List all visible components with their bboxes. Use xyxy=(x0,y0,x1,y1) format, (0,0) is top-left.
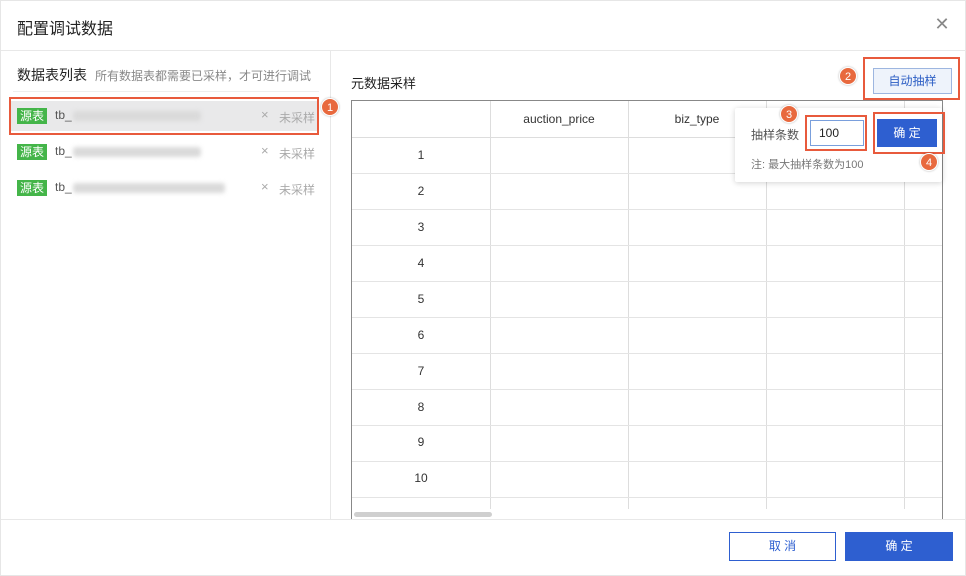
close-icon[interactable]: ✕ xyxy=(931,13,953,35)
sample-status: 未采样 xyxy=(279,183,316,197)
table-item-2[interactable]: 源表 tb_ × 未采样 xyxy=(11,137,319,167)
row-number: 7 xyxy=(417,364,425,378)
dialog-title: 配置调试数据 xyxy=(17,21,114,38)
row-divider xyxy=(352,353,942,354)
highlight-box-step-3 xyxy=(805,115,867,151)
config-debug-data-dialog: 配置调试数据 ✕ 数据表列表 所有数据表都需要已采样，才可进行调试 源表 tb_… xyxy=(0,0,966,576)
table-list-title: 数据表列表 xyxy=(17,67,87,83)
row-number: 10 xyxy=(414,471,428,485)
step-badge-3: 3 xyxy=(780,105,798,123)
source-table-tag: 源表 xyxy=(17,144,48,160)
row-number: 8 xyxy=(417,400,425,414)
column-header-auction-price: auction_price xyxy=(523,112,595,126)
column-divider xyxy=(628,101,629,509)
step-badge-2: 2 xyxy=(839,67,857,85)
row-divider xyxy=(352,497,942,498)
column-divider xyxy=(490,101,491,509)
redacted-name xyxy=(73,183,225,193)
row-divider xyxy=(352,281,942,282)
remove-icon[interactable]: × xyxy=(261,143,269,158)
highlight-box-step-4 xyxy=(873,112,945,154)
highlight-box-step-2 xyxy=(863,57,960,100)
row-number: 2 xyxy=(417,184,425,198)
table-item-3[interactable]: 源表 tb_ × 未采样 xyxy=(11,173,319,203)
row-divider xyxy=(352,209,942,210)
dialog-header: 配置调试数据 ✕ xyxy=(1,1,966,51)
table-list-hint: 所有数据表都需要已采样，才可进行调试 xyxy=(95,69,312,83)
redacted-name xyxy=(73,147,201,157)
row-number: 1 xyxy=(417,148,425,162)
ok-button[interactable]: 确 定 xyxy=(845,532,953,561)
sample-count-label: 抽样条数 xyxy=(751,128,800,142)
divider xyxy=(13,91,319,92)
row-number: 6 xyxy=(417,328,425,342)
row-number: 5 xyxy=(417,292,425,306)
horizontal-scrollbar[interactable] xyxy=(354,512,492,517)
row-divider xyxy=(352,425,942,426)
sample-count-note: 注: 最大抽样条数为100 xyxy=(751,159,864,171)
sample-status: 未采样 xyxy=(279,147,316,161)
source-table-tag: 源表 xyxy=(17,180,48,196)
row-number: 9 xyxy=(417,435,425,449)
highlight-box-step-1 xyxy=(9,97,319,135)
cancel-button[interactable]: 取 消 xyxy=(729,532,836,561)
row-divider xyxy=(352,317,942,318)
metadata-sampling-title: 元数据采样 xyxy=(351,76,417,91)
row-divider xyxy=(352,461,942,462)
step-badge-4: 4 xyxy=(920,153,938,171)
table-name: tb_ xyxy=(55,180,72,194)
step-badge-1: 1 xyxy=(321,98,339,116)
row-number: 4 xyxy=(417,256,425,270)
remove-icon[interactable]: × xyxy=(261,179,269,194)
row-divider xyxy=(352,389,942,390)
row-number: 3 xyxy=(417,220,425,234)
table-name: tb_ xyxy=(55,144,72,158)
row-divider xyxy=(352,245,942,246)
